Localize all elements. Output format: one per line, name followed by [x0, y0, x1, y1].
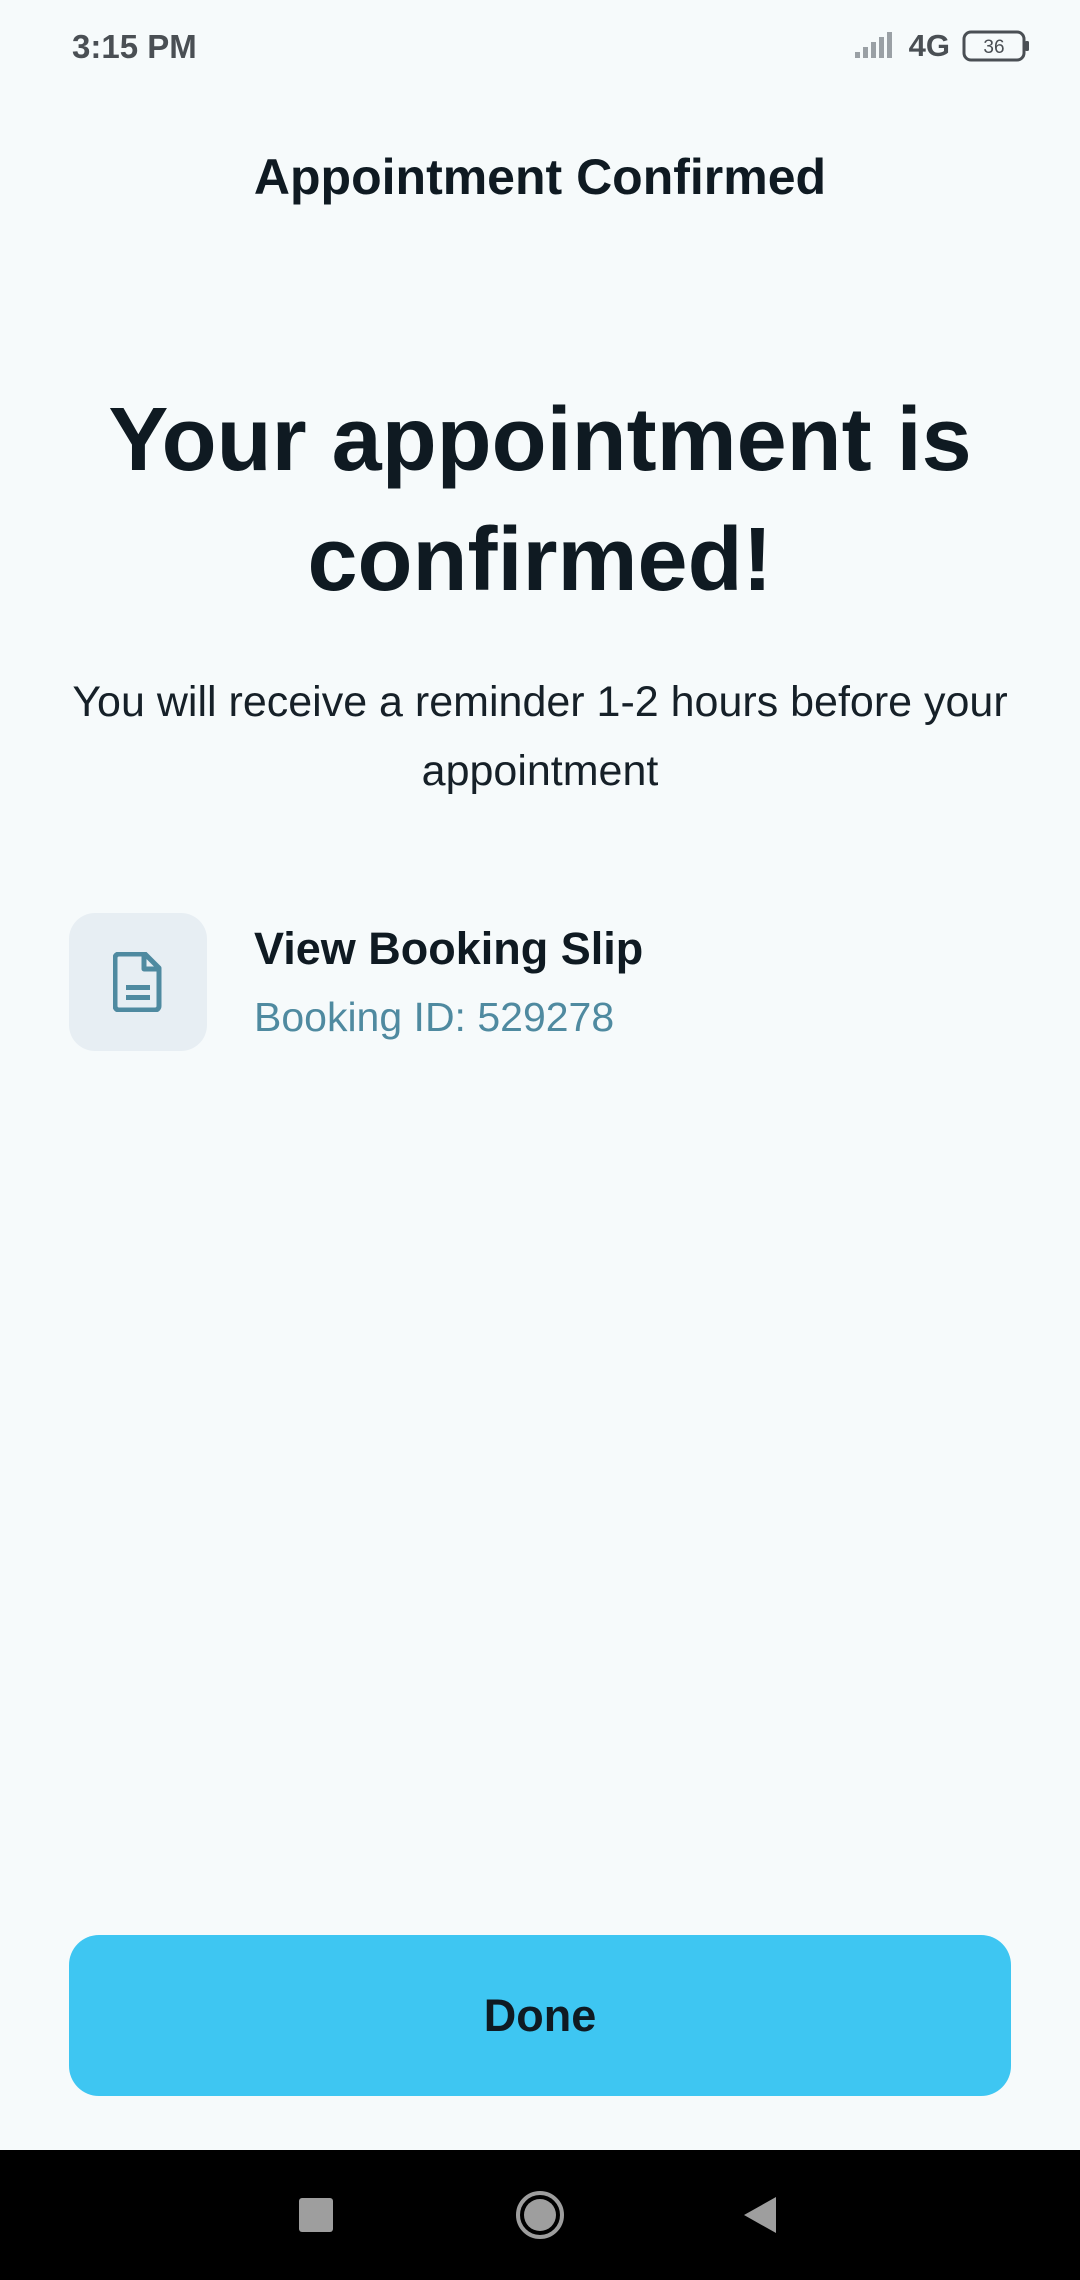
home-icon — [516, 2191, 564, 2239]
home-button[interactable] — [480, 2150, 600, 2280]
back-icon — [744, 2197, 776, 2233]
booking-id: Booking ID: 529278 — [254, 994, 615, 1040]
recents-icon — [299, 2198, 333, 2232]
back-button[interactable] — [700, 2150, 820, 2280]
battery-level: 36 — [983, 37, 1004, 58]
status-bar: 3:15 PM 4G 36 — [0, 0, 1080, 96]
navigation-bar — [0, 2150, 1080, 2280]
done-button[interactable]: Done — [69, 1935, 1011, 2096]
network-label: 4G — [908, 28, 950, 63]
booking-slip-text: View Booking Slip Booking ID: 529278 — [254, 921, 643, 1043]
signal-icon — [854, 32, 892, 58]
status-icons: 4G 36 — [853, 28, 1032, 64]
view-booking-slip-item[interactable]: View Booking Slip Booking ID: 529278 — [69, 912, 1011, 1052]
page-title: Appointment Confirmed — [253, 149, 827, 205]
booking-slip-icon-box — [69, 913, 207, 1051]
battery-icon: 36 — [962, 30, 1029, 62]
recents-button[interactable] — [256, 2150, 376, 2280]
booking-slip-title: View Booking Slip — [254, 923, 644, 974]
status-time: 3:15 PM — [72, 28, 197, 65]
reminder-text: You will receive a reminder 1-2 hours be… — [72, 678, 1008, 795]
document-icon — [113, 952, 162, 1012]
confirmation-headline: Your appointment is confirmed! — [108, 390, 972, 610]
